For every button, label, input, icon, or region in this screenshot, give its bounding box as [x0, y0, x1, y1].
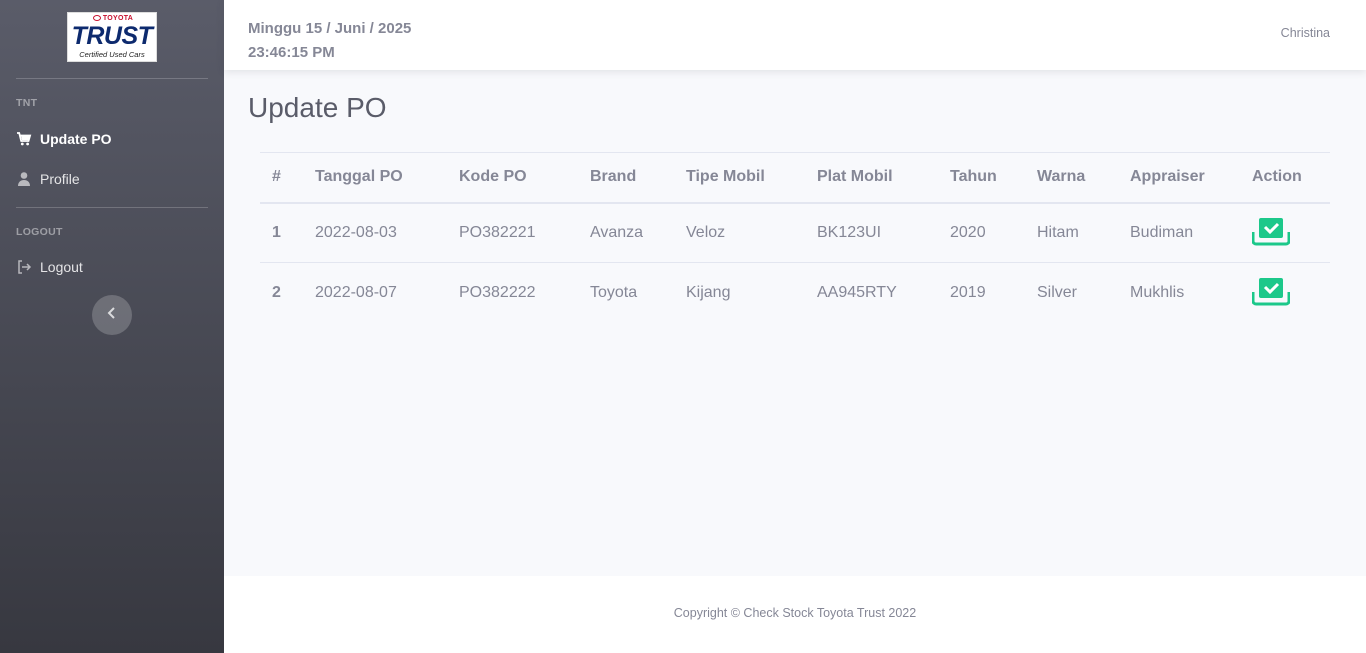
current-date: Minggu 15 / Juni / 2025: [248, 20, 412, 37]
cell-plat-mobil: AA945RTY: [817, 283, 897, 301]
copyright-text: Copyright © Check Stock Toyota Trust 202…: [673, 606, 917, 620]
check-download-icon: [1251, 218, 1291, 246]
cell-kode-po: PO382222: [459, 283, 536, 301]
cell-tahun: 2019: [950, 283, 986, 301]
brand-logo[interactable]: TOYOTA TRUST Certified Used Cars: [67, 12, 157, 62]
cell-action: [1240, 263, 1330, 323]
sidebar-divider: [16, 78, 208, 79]
datetime: Minggu 15 / Juni / 2025 23:46:15 PM: [248, 17, 411, 65]
page-title: Update PO: [248, 92, 387, 123]
sidebar-item-update-po[interactable]: Update PO: [16, 127, 112, 151]
cell-appraiser: Budiman: [1118, 202, 1240, 263]
cell-tahun: 2020: [938, 202, 1025, 263]
column-header: Appraiser: [1118, 152, 1240, 204]
cell-warna: Silver: [1037, 283, 1078, 301]
update-po-button[interactable]: [1251, 276, 1291, 306]
sidebar-item-label: Update PO: [40, 131, 112, 147]
column-header: Tanggal PO: [303, 152, 447, 204]
toyota-label: TOYOTA: [72, 15, 154, 22]
cell-tanggal-po: 2022-08-03: [303, 202, 447, 263]
cell-warna: Hitam: [1025, 202, 1118, 263]
cell-tipe-mobil: Veloz: [674, 202, 805, 263]
column-header: Tahun: [938, 152, 1025, 204]
topbar: Minggu 15 / Juni / 2025 23:46:15 PM Chri…: [224, 0, 1366, 70]
check-download-icon: [1251, 278, 1291, 306]
cell-brand: Avanza: [578, 202, 674, 263]
column-header: Plat Mobil: [805, 152, 938, 204]
column-header: Warna: [1025, 152, 1118, 204]
column-header: Action: [1240, 152, 1330, 204]
po-table: # Tanggal PO Kode PO Brand Tipe Mobil Pl…: [260, 152, 1330, 323]
sign-out-icon: [16, 259, 32, 275]
table-header-row: # Tanggal PO Kode PO Brand Tipe Mobil Pl…: [260, 152, 1330, 204]
cell-number: 1: [260, 202, 303, 263]
column-header: Kode PO: [447, 152, 578, 204]
sidebar-toggle-button[interactable]: [92, 295, 132, 335]
cart-icon: [16, 131, 32, 147]
sidebar-heading-logout: LOGOUT: [16, 226, 63, 238]
sidebar-item-label: Logout: [40, 259, 83, 275]
brand-name: TRUST: [71, 22, 153, 50]
cell-tanggal-po: 2022-08-07: [315, 283, 397, 301]
column-header: Brand: [578, 152, 674, 204]
chevron-left-icon: [107, 306, 117, 324]
cell-tipe-mobil: Kijang: [686, 283, 731, 301]
column-header: Tipe Mobil: [674, 152, 805, 204]
sidebar-divider: [16, 207, 208, 208]
cell-appraiser: Mukhlis: [1130, 283, 1185, 301]
brand-tagline: Certified Used Cars: [79, 50, 145, 59]
footer: Copyright © Check Stock Toyota Trust 202…: [224, 576, 1366, 653]
cell-number: 2: [272, 283, 281, 301]
sidebar-item-profile[interactable]: Profile: [16, 167, 80, 191]
sidebar: TOYOTA TRUST Certified Used Cars TNT Upd…: [0, 0, 224, 653]
table-row: 1 2022-08-03 PO382221 Avanza Veloz BK123…: [260, 202, 1330, 263]
table-row: 2 2022-08-07 PO382222 Toyota Kijang AA94…: [260, 263, 1330, 323]
cell-kode-po: PO382221: [447, 202, 578, 263]
column-header: #: [260, 152, 303, 204]
sidebar-item-logout[interactable]: Logout: [16, 255, 83, 279]
cell-action: [1240, 202, 1330, 263]
update-po-button[interactable]: [1251, 216, 1291, 246]
cell-brand: Toyota: [590, 283, 638, 301]
user-icon: [16, 171, 32, 187]
sidebar-heading-tnt: TNT: [16, 97, 38, 109]
cell-plat-mobil: BK123UI: [805, 202, 938, 263]
current-time: 23:46:15 PM: [248, 44, 335, 61]
user-name[interactable]: Christina: [1281, 26, 1330, 40]
sidebar-item-label: Profile: [40, 171, 80, 187]
toyota-emblem-icon: [92, 15, 101, 21]
